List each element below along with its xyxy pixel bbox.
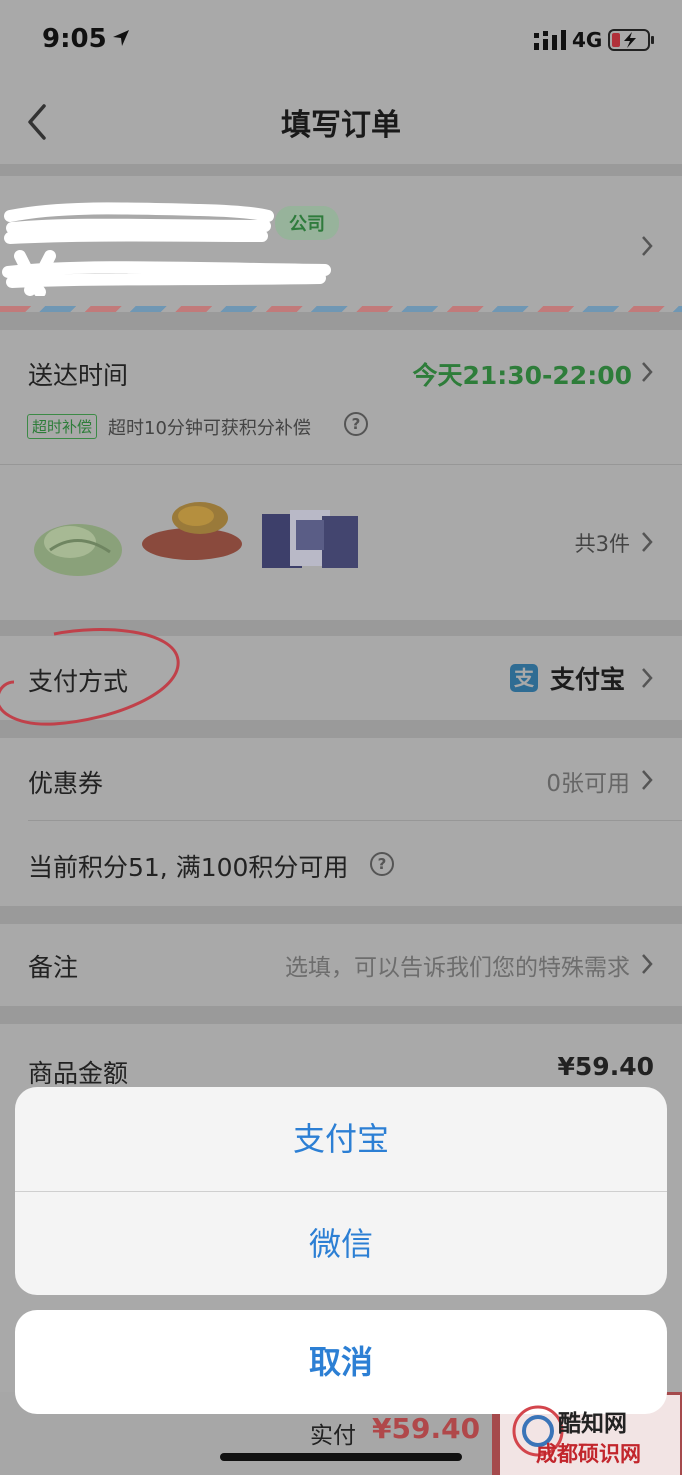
envelope-stripe (0, 306, 682, 312)
status-bar: 9:05 4G (0, 0, 682, 80)
chevron-right-icon (642, 668, 653, 688)
note-row[interactable]: 备注 选填，可以告诉我们您的特殊需求 (0, 924, 682, 1006)
page-title: 填写订单 (281, 108, 401, 143)
alipay-icon: 支 (510, 664, 538, 692)
divider (0, 464, 682, 465)
delivery-time[interactable]: 今天21:30-22:00 (412, 356, 632, 392)
signal-icon (534, 30, 566, 50)
delivery-label: 送达时间 (28, 361, 129, 390)
status-time: 9:05 (42, 24, 107, 54)
sweet-potato-image (142, 502, 242, 560)
chevron-right-icon (642, 770, 653, 790)
option-alipay[interactable]: 支付宝 (15, 1087, 667, 1191)
coupon-section: 优惠券 0张可用 当前积分51, 满100积分可用 ? (0, 738, 682, 906)
coupon-value[interactable]: 0张可用 (546, 764, 630, 798)
overtime-text: 超时10分钟可获积分补偿 (108, 418, 311, 439)
location-arrow-icon (113, 30, 129, 46)
chevron-right-icon (642, 236, 653, 256)
help-icon[interactable]: ? (344, 412, 368, 436)
redaction-scribble (2, 202, 331, 296)
chevron-right-icon (642, 954, 653, 974)
paid-value: ¥59.40 (372, 1412, 481, 1445)
points-text: 当前积分51, 满100积分可用 (28, 853, 349, 882)
red-circle-annotation (0, 628, 180, 726)
divider (28, 820, 682, 821)
help-icon[interactable]: ? (370, 852, 394, 876)
amount-value: ¥59.40 (557, 1052, 654, 1081)
chevron-right-icon (642, 362, 653, 382)
watermark-text: 酷知网 (558, 1411, 627, 1437)
battery-icon (608, 29, 654, 51)
network-type: 4G (572, 28, 603, 52)
paid-label: 实付 (310, 1423, 356, 1449)
chevron-right-icon (642, 532, 653, 552)
option-wechat[interactable]: 微信 (15, 1192, 667, 1295)
address-tag: 公司 (275, 206, 339, 240)
note-label: 备注 (28, 953, 79, 982)
nav-bar: 填写订单 (0, 80, 682, 164)
milk-box-image (262, 510, 358, 568)
coupon-label: 优惠券 (28, 769, 104, 798)
amount-label: 商品金额 (28, 1059, 129, 1088)
delivery-section: 送达时间 今天21:30-22:00 超时补偿 超时10分钟可获积分补偿 ? 共… (0, 330, 682, 620)
watermark-subtext: 成都硕识网 (536, 1442, 641, 1466)
payment-method-value: 支付宝 (550, 665, 626, 694)
note-placeholder: 选填，可以告诉我们您的特殊需求 (285, 955, 630, 981)
goods-count[interactable]: 共3件 (575, 528, 630, 558)
home-indicator (220, 1453, 462, 1461)
lettuce-image (34, 524, 122, 576)
address-card[interactable]: 公司 (0, 176, 682, 312)
payment-action-sheet: 支付宝 微信 (15, 1087, 667, 1295)
overtime-badge: 超时补偿 (27, 414, 98, 439)
